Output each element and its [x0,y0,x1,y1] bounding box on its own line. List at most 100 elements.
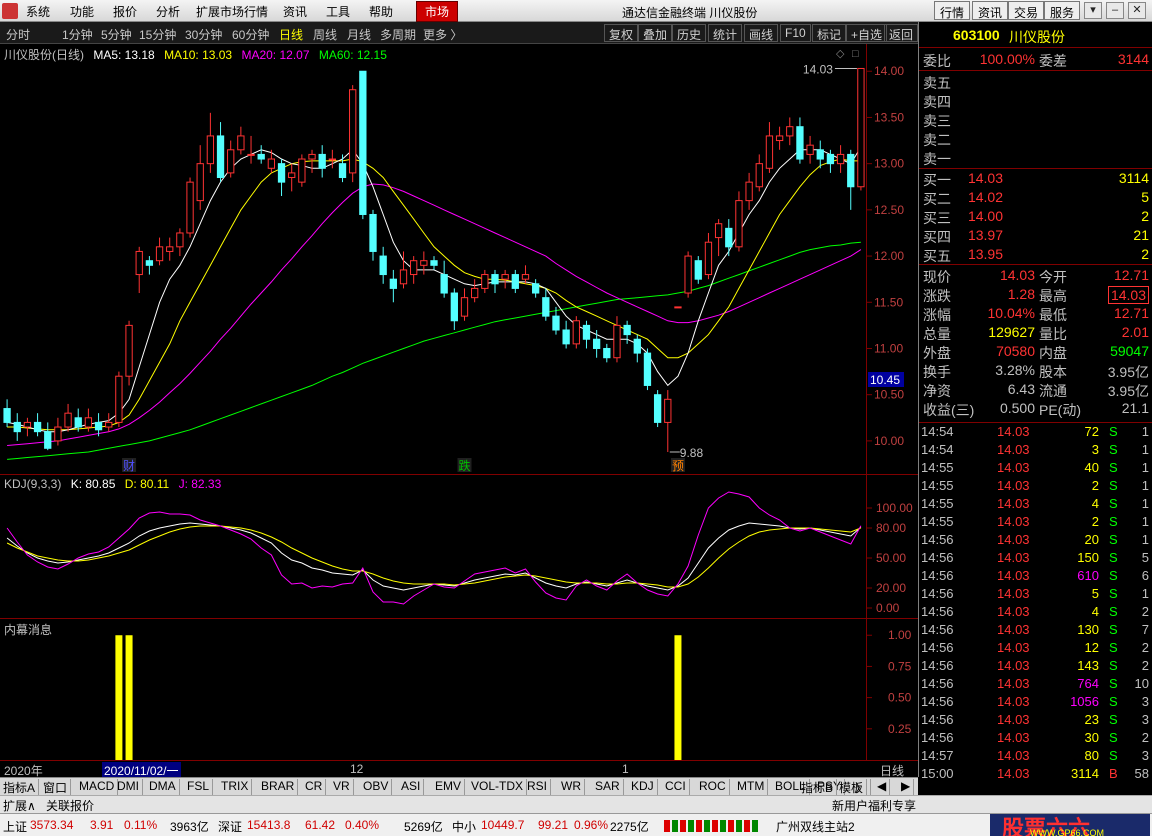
tick-row[interactable]: 14:57 14.03 80 S 3 [919,748,1152,766]
buy-level-row[interactable]: 买一 14.03 3114 [919,170,1152,189]
tool-lishi[interactable]: 历史 [672,24,707,42]
btn-fuwu[interactable]: 服务 [1044,1,1081,20]
btn-hangqing[interactable]: 行情 [934,1,971,20]
indicator-tab[interactable]: SAR [592,779,624,795]
indicator-tab[interactable]: MACD [76,779,119,795]
period-weekly[interactable]: 周线 [313,26,337,43]
indicator-tab[interactable]: DMA [146,779,180,795]
menu-function[interactable]: 功能 [70,3,94,20]
tool-back[interactable]: 返回 [884,24,918,42]
tick-row[interactable]: 14:55 14.03 40 S 1 [919,460,1152,478]
buy-level-row[interactable]: 买三 14.00 2 [919,208,1152,227]
buy-level-row[interactable]: 买四 13.97 21 [919,227,1152,246]
tick-row[interactable]: 14:55 14.03 2 S 1 [919,514,1152,532]
tab-related-quote[interactable]: 关联报价 [46,797,94,814]
dropdown-icon[interactable]: ▾ [1084,2,1102,19]
menu-market[interactable]: 市场 [416,1,459,22]
indicator-tab[interactable]: BRAR [258,779,299,795]
tick-row[interactable]: 14:55 14.03 2 S 1 [919,478,1152,496]
tick-row[interactable]: 14:56 14.03 150 S 5 [919,550,1152,568]
kdj-chart[interactable]: 0.00 20.00 50.00 80.00 100.00 [0,475,918,618]
indicator-tab[interactable]: ROC [696,779,730,795]
minimize-icon[interactable]: – [1106,2,1124,19]
tick-row[interactable]: 14:56 14.03 1056 S 3 [919,694,1152,712]
indicator-tab[interactable]: 指标A [0,779,40,795]
square-icon[interactable]: □ [852,48,859,60]
indicator-tab[interactable]: CCI [662,779,690,795]
tick-row[interactable]: 15:00 14.03 3114 B 58 [919,766,1152,784]
period-15min[interactable]: 15分钟 [139,26,176,43]
tick-row[interactable]: 14:56 14.03 23 S 3 [919,712,1152,730]
event-marker[interactable]: 预 [672,459,684,473]
buy-level-row[interactable]: 买五 13.95 2 [919,246,1152,265]
tick-row[interactable]: 14:56 14.03 30 S 2 [919,730,1152,748]
indicator-tab[interactable]: TRIX [218,779,253,795]
tick-row[interactable]: 14:56 14.03 4 S 2 [919,604,1152,622]
indicator-tab[interactable]: FSL [184,779,214,795]
tick-row[interactable]: 14:56 14.03 130 S 7 [919,622,1152,640]
menu-analysis[interactable]: 分析 [156,3,180,20]
indicator-tab[interactable]: RSI [524,779,552,795]
btn-jiaoyi[interactable]: 交易 [1008,1,1045,20]
indicator-tab-right[interactable]: ▶ [898,779,915,795]
tool-biaoji[interactable]: 标记 [812,24,847,42]
tick-row[interactable]: 14:56 14.03 143 S 2 [919,658,1152,676]
indicator-tab[interactable]: DMI [114,779,143,795]
period-30min[interactable]: 30分钟 [185,26,222,43]
sell-level-row[interactable]: 卖二 [919,130,1152,149]
new-user-benefit-link[interactable]: 新用户福利专享 [832,797,916,814]
menu-help[interactable]: 帮助 [369,3,393,20]
tick-row[interactable]: 14:54 14.03 3 S 1 [919,442,1152,460]
tick-row[interactable]: 14:56 14.03 20 S 1 [919,532,1152,550]
menu-system[interactable]: 系统 [26,3,50,20]
main-chart-pane[interactable]: 10.00 10.50 11.00 11.50 12.00 12.50 13.00 13.50… [0,44,918,474]
sell-level-row[interactable]: 卖一 [919,149,1152,168]
tick-row[interactable]: 14:55 14.03 4 S 1 [919,496,1152,514]
buy-level-row[interactable]: 买二 14.02 5 [919,189,1152,208]
menu-extended-market[interactable]: 扩展市场行情 [196,3,268,20]
indicator-tab[interactable]: 窗口 [40,779,72,795]
tick-row[interactable]: 14:56 14.03 764 S 10 [919,676,1152,694]
period-more[interactable]: 更多 〉 [423,26,462,43]
sell-level-row[interactable]: 卖五 [919,73,1152,92]
tab-expand[interactable]: 扩展∧ [3,797,36,814]
indicator-tab[interactable]: CR [302,779,327,795]
period-60min[interactable]: 60分钟 [232,26,269,43]
sell-level-row[interactable]: 卖四 [919,92,1152,111]
event-marker[interactable]: 财 [123,459,135,473]
indicator-tab[interactable]: VOL-TDX [468,779,528,795]
menu-info[interactable]: 资讯 [283,3,307,20]
tool-add-favorite[interactable]: +自选 [846,24,888,42]
tool-diejia[interactable]: 叠加 [638,24,673,42]
tool-f10[interactable]: F10 [780,24,811,42]
period-multi[interactable]: 多周期 [380,26,416,43]
menu-quote[interactable]: 报价 [113,3,137,20]
indicator-tab-right[interactable]: ◀ [874,779,891,795]
tick-row[interactable]: 14:56 14.03 12 S 2 [919,640,1152,658]
indicator-tab[interactable]: MTM [734,779,769,795]
candlestick-chart[interactable]: 10.00 10.50 11.00 11.50 12.00 12.50 13.00 13.50… [0,44,918,474]
tick-row[interactable]: 14:54 14.03 72 S 1 [919,424,1152,442]
indicator-tab[interactable]: WR [558,779,585,795]
tick-row[interactable]: 14:56 14.03 610 S 6 [919,568,1152,586]
indicator-tab[interactable]: VR [330,779,354,795]
period-fenshi[interactable]: 分时 [6,26,30,43]
indicator-tab[interactable]: ASI [398,779,425,795]
period-daily[interactable]: 日线 [279,26,303,43]
diamond-icon[interactable]: ◇ [836,48,845,60]
indicator-tab[interactable]: OBV [360,779,393,795]
indicator-tab[interactable]: EMV [432,779,466,795]
tool-fuquan[interactable]: 复权 [604,24,639,42]
insider-news-pane[interactable]: 0.25 0.50 0.75 1.00 内幕消息 [0,618,918,760]
insider-news-chart[interactable]: 0.25 0.50 0.75 1.00 [0,619,918,760]
menu-tools[interactable]: 工具 [326,3,350,20]
indicator-tab[interactable]: KDJ [628,779,658,795]
tool-huaxian[interactable]: 画线 [744,24,779,42]
indicator-tab-right[interactable]: 模板 [836,779,868,795]
period-monthly[interactable]: 月线 [347,26,371,43]
indicator-tab-right[interactable]: 指标B [798,779,838,795]
btn-zixun[interactable]: 资讯 [972,1,1009,20]
close-icon[interactable]: ✕ [1128,2,1146,19]
kdj-pane[interactable]: 0.00 20.00 50.00 80.00 100.00 KDJ(9,3,3) K: … [0,474,918,618]
server-name[interactable]: 广州双线主站2 [776,818,855,835]
